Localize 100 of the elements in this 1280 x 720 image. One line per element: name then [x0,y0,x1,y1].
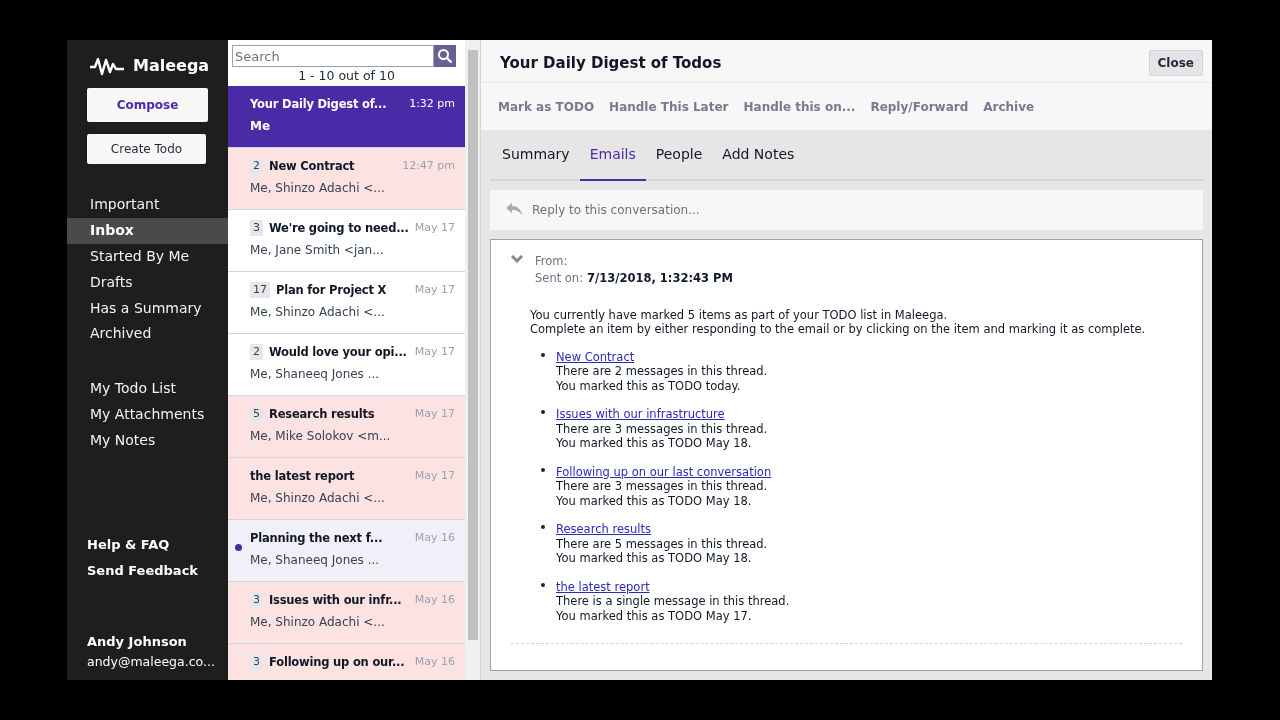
sent-date: 7/13/2018, 1:32:43 PM [587,270,733,288]
nav-item[interactable]: Important [67,192,228,218]
thread-subject: New Contract [269,157,355,175]
action-link[interactable]: Reply/Forward [870,97,969,116]
action-link[interactable]: Handle this on... [743,97,856,116]
thread-subject: Following up on our... [269,653,405,671]
thread-link[interactable]: Research results [556,522,651,536]
message-count: 3 [250,654,263,671]
item-text: You marked this as TODO May 18. [556,551,753,566]
message-count: 3 [250,220,263,237]
nav-item[interactable]: Has a Summary [67,295,228,321]
item-text: There are 5 messages in this thread. [556,536,768,551]
item-text: There are 3 messages in this thread. [556,479,769,494]
thread-time: May 17 [414,468,456,485]
intro-text: Complete an item by either responding to the email or by clicking on the item and marking it as complete. [530,322,1147,337]
item-text: You marked this as TODO May 18. [556,436,753,451]
sidebar-link[interactable]: Send Feedback [67,560,228,581]
thread-row[interactable]: 3 Issues with our infr... May 16 Me, Shinzo Adachi <... [228,581,466,644]
reply-field[interactable]: Reply to this conversation... [490,190,1203,230]
item-text: You marked this as TODO May 17. [556,608,753,623]
thread-participants: Me, Jane Smith <jan... [250,242,385,259]
thread-participants: Me, Mike Solokov <m... [250,428,392,445]
result-count: 1 - 10 out of 10 [297,67,396,85]
thread-participants: Me, Shinzo Adachi <... [250,180,386,197]
thread-link[interactable]: New Contract [556,349,635,364]
thread-time: May 17 [414,344,456,361]
thread-time: May 17 [414,220,456,237]
item-text: There are 3 messages in this thread. [556,421,768,436]
thread-link[interactable]: the latest report [556,579,650,594]
bullet-icon [541,467,545,472]
tab[interactable]: Emails [579,130,646,181]
thread-time: May 17 [414,406,456,423]
sidebar-link[interactable]: Help & FAQ [67,535,228,555]
nav-item[interactable]: My Todo List [67,375,228,402]
item-text: There are 2 messages in this thread. [556,364,768,379]
message-count: 17 [250,282,270,299]
scrollbar[interactable] [465,40,480,680]
create-todo-button[interactable]: Create Todo [87,134,206,164]
thread-subject: Planning the next f... [250,529,383,547]
thread-row[interactable]: Planning the next f... May 16 Me, Shaneeq Jones ... [228,519,466,582]
thread-subject: We're going to need... [269,219,409,237]
bullet-icon [541,352,545,357]
thread-participants: Me, Shaneeq Jones ... [250,552,381,569]
thread-subject: Would love your opi... [269,343,407,361]
thread-time: 1:32 pm [409,96,456,113]
search-field[interactable]: Search [232,45,434,67]
thread-time: May 16 [414,592,456,609]
intro-text: You currently have marked 5 items as part of your TODO list in Maleega. [530,307,949,322]
thread-row[interactable]: Your Daily Digest of... 1:32 pm Me [228,85,466,148]
tab[interactable]: Summary [492,130,580,181]
thread-participants: Me, Shaneeq Jones ... [250,366,381,383]
thread-participants: Me [250,118,272,135]
thread-subject: Your Daily Digest of... [250,95,387,113]
bullet-icon [541,582,545,587]
bullet-icon [541,525,545,529]
message-count: 2 [250,344,263,361]
thread-row[interactable]: 5 Research results May 17 Me, Mike Solokov <m... [228,395,466,458]
action-link[interactable]: Archive [983,97,1035,116]
nav-item[interactable]: Inbox [67,217,228,244]
thread-row[interactable]: 2 New Contract 12:47 pm Me, Shinzo Adachi <... [228,147,466,210]
item-text: You marked this as TODO May 18. [556,493,753,508]
thread-time: May 16 [414,530,456,547]
nav-item[interactable]: Started By Me [67,243,228,270]
thread-subject: Plan for Project X [276,281,387,299]
sent-label: Sent on: [535,270,584,288]
message-count: 5 [250,406,263,423]
message-title: Your Daily Digest of Todos [500,52,722,74]
thread-subject: the latest report [250,467,355,485]
thread-row[interactable]: the latest report May 17 Me, Shinzo Adachi <... [228,457,466,520]
close-button[interactable]: Close [1148,50,1203,76]
user-email: andy@maleega.co... [87,653,216,672]
thread-time: May 16 [414,654,456,671]
collapse-chevron-icon[interactable] [511,255,523,264]
thread-subject: Research results [269,405,375,423]
nav-item[interactable]: My Notes [67,427,228,454]
item-text: There is a single message in this thread. [556,594,790,609]
tab[interactable]: People [645,130,713,181]
item-text: You marked this as TODO today. [556,378,742,393]
message-count: 2 [250,158,263,175]
nav-item[interactable]: My Attachments [67,401,228,428]
thread-subject: Issues with our infr... [269,591,402,609]
thread-participants: Me, Shinzo Adachi <... [250,614,386,631]
message-count: 3 [250,592,263,609]
compose-button[interactable]: Compose [87,88,208,122]
search-button[interactable] [434,45,456,67]
nav-item[interactable]: Drafts [67,269,228,296]
waveform-icon [89,56,125,76]
thread-time: May 17 [414,282,456,299]
from-label: From: [535,253,569,270]
user-name: Andy Johnson [87,632,188,651]
thread-link[interactable]: Issues with our infrastructure [556,407,725,421]
action-link[interactable]: Mark as TODO [498,97,595,116]
thread-row[interactable]: 3 Following up on our... May 16 [228,643,466,680]
action-link[interactable]: Handle This Later [609,97,729,116]
nav-item[interactable]: Archived [67,321,228,347]
thread-time: 12:47 pm [402,158,456,175]
thread-link[interactable]: Following up on our last conversation [556,464,772,479]
thread-participants: Me, Shinzo Adachi <... [250,490,386,507]
thread-participants: Me, Shinzo Adachi <... [250,304,386,321]
tab[interactable]: Add Notes [712,130,805,181]
